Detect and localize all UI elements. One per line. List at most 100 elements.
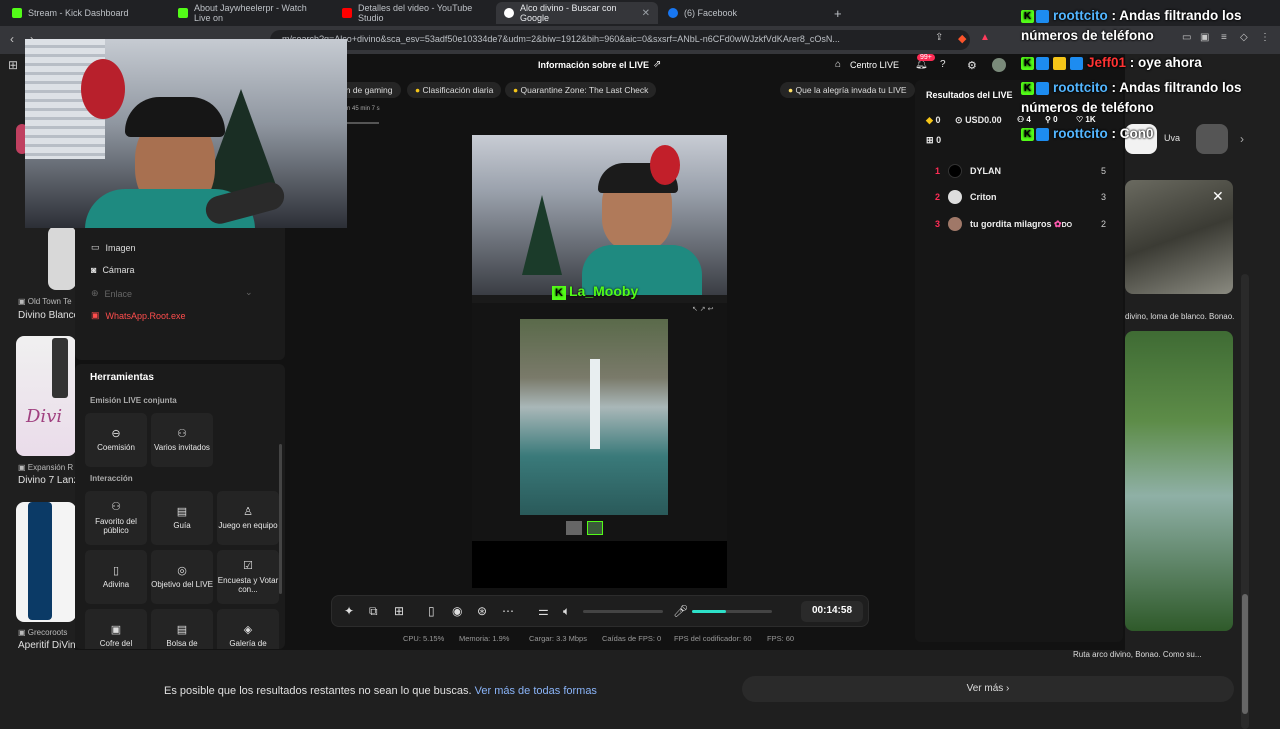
result-thumbnail[interactable]: Divi xyxy=(16,336,76,456)
mic-level-fill xyxy=(692,610,726,613)
scrollbar[interactable] xyxy=(1241,274,1249,729)
tab-about-jaywheeler[interactable]: About Jaywheelerpr - Watch Live on xyxy=(170,2,332,24)
fps-drops-stat: Caídas de FPS: 0 xyxy=(602,634,662,643)
kick-badge-icon: K xyxy=(1021,9,1034,23)
cohost-section-label: Emisión LIVE conjunta xyxy=(90,396,177,405)
see-more-button[interactable]: Ver más › xyxy=(742,676,1234,702)
window-controls-icon[interactable]: ↖ ↗ ↩ xyxy=(692,305,714,313)
tab-title: About Jaywheelerpr - Watch Live on xyxy=(194,3,307,23)
help-icon[interactable]: ? xyxy=(940,59,946,70)
multi-guest-tile[interactable]: ⚇ Varios invitados xyxy=(151,413,213,467)
guess-tile[interactable]: ▯ Adivina xyxy=(85,550,147,604)
window-icon: ▣ xyxy=(91,310,100,320)
mic-level-slider[interactable] xyxy=(692,610,772,613)
progress-track xyxy=(347,122,379,124)
flower-icon: ✿ xyxy=(1054,219,1062,229)
source-item-camera[interactable]: ◙ Cámara xyxy=(91,265,134,275)
cpu-stat: CPU: 5.15% xyxy=(403,634,445,643)
sub-badge-icon xyxy=(1053,56,1066,70)
magic-wand-icon[interactable]: ✦ xyxy=(344,604,354,618)
gear-icon[interactable]: ⚙ xyxy=(967,59,977,72)
daily-ranking-pill[interactable]: ● Clasificación diaria xyxy=(407,82,502,98)
footer-note: Es posible que los resultados restantes … xyxy=(164,685,597,697)
live-goal-tile[interactable]: ◎ Objetivo del LIVE xyxy=(151,550,213,604)
result-title[interactable]: Divino Blanco xyxy=(18,310,79,321)
stream-control-bar: ✦ ⧉ ⊞ ▯ ◉ ⊛ ⋯ ⚌ 🔈︎ 🎤︎ 00:14:58 xyxy=(331,595,869,627)
gallery-tile[interactable]: ◈ Galería de xyxy=(217,609,279,649)
scrollbar-thumb[interactable] xyxy=(1242,594,1248,714)
tab-title: Alco divino - Buscar con Google xyxy=(520,3,617,23)
audience-favorite-tile[interactable]: ⚇ Favorito del público xyxy=(85,491,147,545)
rewards-icon[interactable]: ▲ xyxy=(980,32,990,43)
avatar xyxy=(948,217,962,231)
home-icon[interactable]: ⌂ xyxy=(835,59,841,70)
live-info-title[interactable]: Información sobre el LIVE xyxy=(538,60,649,70)
verified-badge-icon xyxy=(1036,9,1049,23)
brave-shield-icon[interactable]: ◆ xyxy=(958,32,966,45)
new-tab-button[interactable]: + xyxy=(826,2,846,24)
bottle xyxy=(28,502,52,620)
phone-icon[interactable]: ▯ xyxy=(428,604,435,618)
result-thumbnail[interactable] xyxy=(1125,331,1233,631)
encoder-fps-stat: FPS del codificador: 60 xyxy=(674,634,752,643)
tab-facebook[interactable]: (6) Facebook xyxy=(660,2,822,24)
back-icon[interactable]: ‹ xyxy=(10,32,14,46)
thumb-nav[interactable] xyxy=(587,521,603,535)
source-item-link[interactable]: ⊕ Enlace xyxy=(91,288,132,299)
close-tab-icon[interactable]: ✕ xyxy=(642,8,650,19)
sliders-icon[interactable]: ⚌ xyxy=(538,604,549,618)
rank-score: 2 xyxy=(1100,219,1106,229)
record-icon[interactable]: ◉ xyxy=(452,604,462,618)
waterfall xyxy=(590,359,600,449)
tab-youtube-studio[interactable]: Detalles del video - YouTube Studio xyxy=(334,2,494,24)
team-game-tile[interactable]: ♙ Juego en equipo xyxy=(217,491,279,545)
url-field[interactable]: m/search?q=Alco+divino&sca_esv=53adf50e1… xyxy=(270,30,970,50)
close-icon[interactable]: ✕ xyxy=(1212,188,1224,205)
microphone-icon[interactable]: 🎤︎ xyxy=(673,604,688,618)
game-pill[interactable]: ● Quarantine Zone: The Last Check xyxy=(505,82,657,98)
result-thumbnail[interactable] xyxy=(16,502,76,622)
result-title[interactable]: Aperitif DiVin xyxy=(18,640,76,651)
poll-tile[interactable]: ☑ Encuesta y Votar con... xyxy=(217,550,279,604)
source-item-whatsapp[interactable]: ▣ WhatsApp.Root.exe xyxy=(91,310,186,321)
result-title[interactable]: Divino 7 Lanz xyxy=(18,475,79,486)
share-icon[interactable]: ⇗ xyxy=(653,59,661,70)
volume-slider[interactable] xyxy=(583,610,663,613)
scrollbar[interactable] xyxy=(279,444,282,594)
apps-grid-icon[interactable]: ⊞ xyxy=(8,58,18,72)
people-icon: ⚇ xyxy=(177,427,187,440)
screen-share-icon[interactable]: ⧉ xyxy=(369,604,378,619)
facebook-icon xyxy=(668,8,678,18)
live-results-panel: Resultados del LIVE ◆ 0 ⊙ USD0.00 ⊞ 0 ⚇ … xyxy=(915,80,1123,642)
preview-bottom xyxy=(472,541,727,588)
treasure-chest-tile[interactable]: ▣ Cofre del xyxy=(85,609,147,649)
overlay-name: K La_Mooby xyxy=(552,283,638,300)
add-scene-icon[interactable]: ⊞ xyxy=(394,604,404,618)
verified-badge-icon xyxy=(1036,56,1049,70)
stream-preview[interactable]: K La_Mooby ↖ ↗ ↩ xyxy=(472,135,727,588)
christmas-tree xyxy=(522,195,562,275)
centro-live-link[interactable]: Centro LIVE xyxy=(850,60,899,70)
more-options-icon[interactable]: ⋯ xyxy=(502,604,514,618)
avatar[interactable] xyxy=(992,58,1006,72)
camera-feed xyxy=(472,135,727,295)
waterfall-photo xyxy=(520,319,668,515)
users-icon: ⚇ xyxy=(111,500,121,513)
cohost-tile[interactable]: ⊖ Coemisión xyxy=(85,413,147,467)
speaker-icon[interactable]: 🔈︎ xyxy=(563,604,570,619)
result-thumbnail[interactable] xyxy=(48,226,76,290)
bag-tile[interactable]: ▤ Bolsa de xyxy=(151,609,213,649)
chevron-down-icon[interactable]: ⌄ xyxy=(245,287,253,298)
promo-pill[interactable]: ● Que la alegría invada tu LIVE xyxy=(780,82,915,98)
source-item-image[interactable]: ▭ Imagen xyxy=(91,242,136,253)
thumb-nav[interactable] xyxy=(566,521,582,535)
tab-google-search[interactable]: Alco divino - Buscar con Google ✕ xyxy=(496,2,658,24)
gifts-stat: ⊞ 0 xyxy=(926,135,942,145)
result-caption: Ruta arco divino, Bonao. Como su... xyxy=(1073,650,1202,659)
replay-icon[interactable]: ⊛ xyxy=(477,604,487,618)
tab-kick-dashboard[interactable]: Stream - Kick Dashboard xyxy=(4,2,170,24)
guide-tile[interactable]: ▤ Guía xyxy=(151,491,213,545)
see-all-link[interactable]: Ver más de todas formas xyxy=(475,685,597,697)
share-icon[interactable]: ⇪ xyxy=(935,32,943,43)
kick-icon xyxy=(178,8,188,18)
